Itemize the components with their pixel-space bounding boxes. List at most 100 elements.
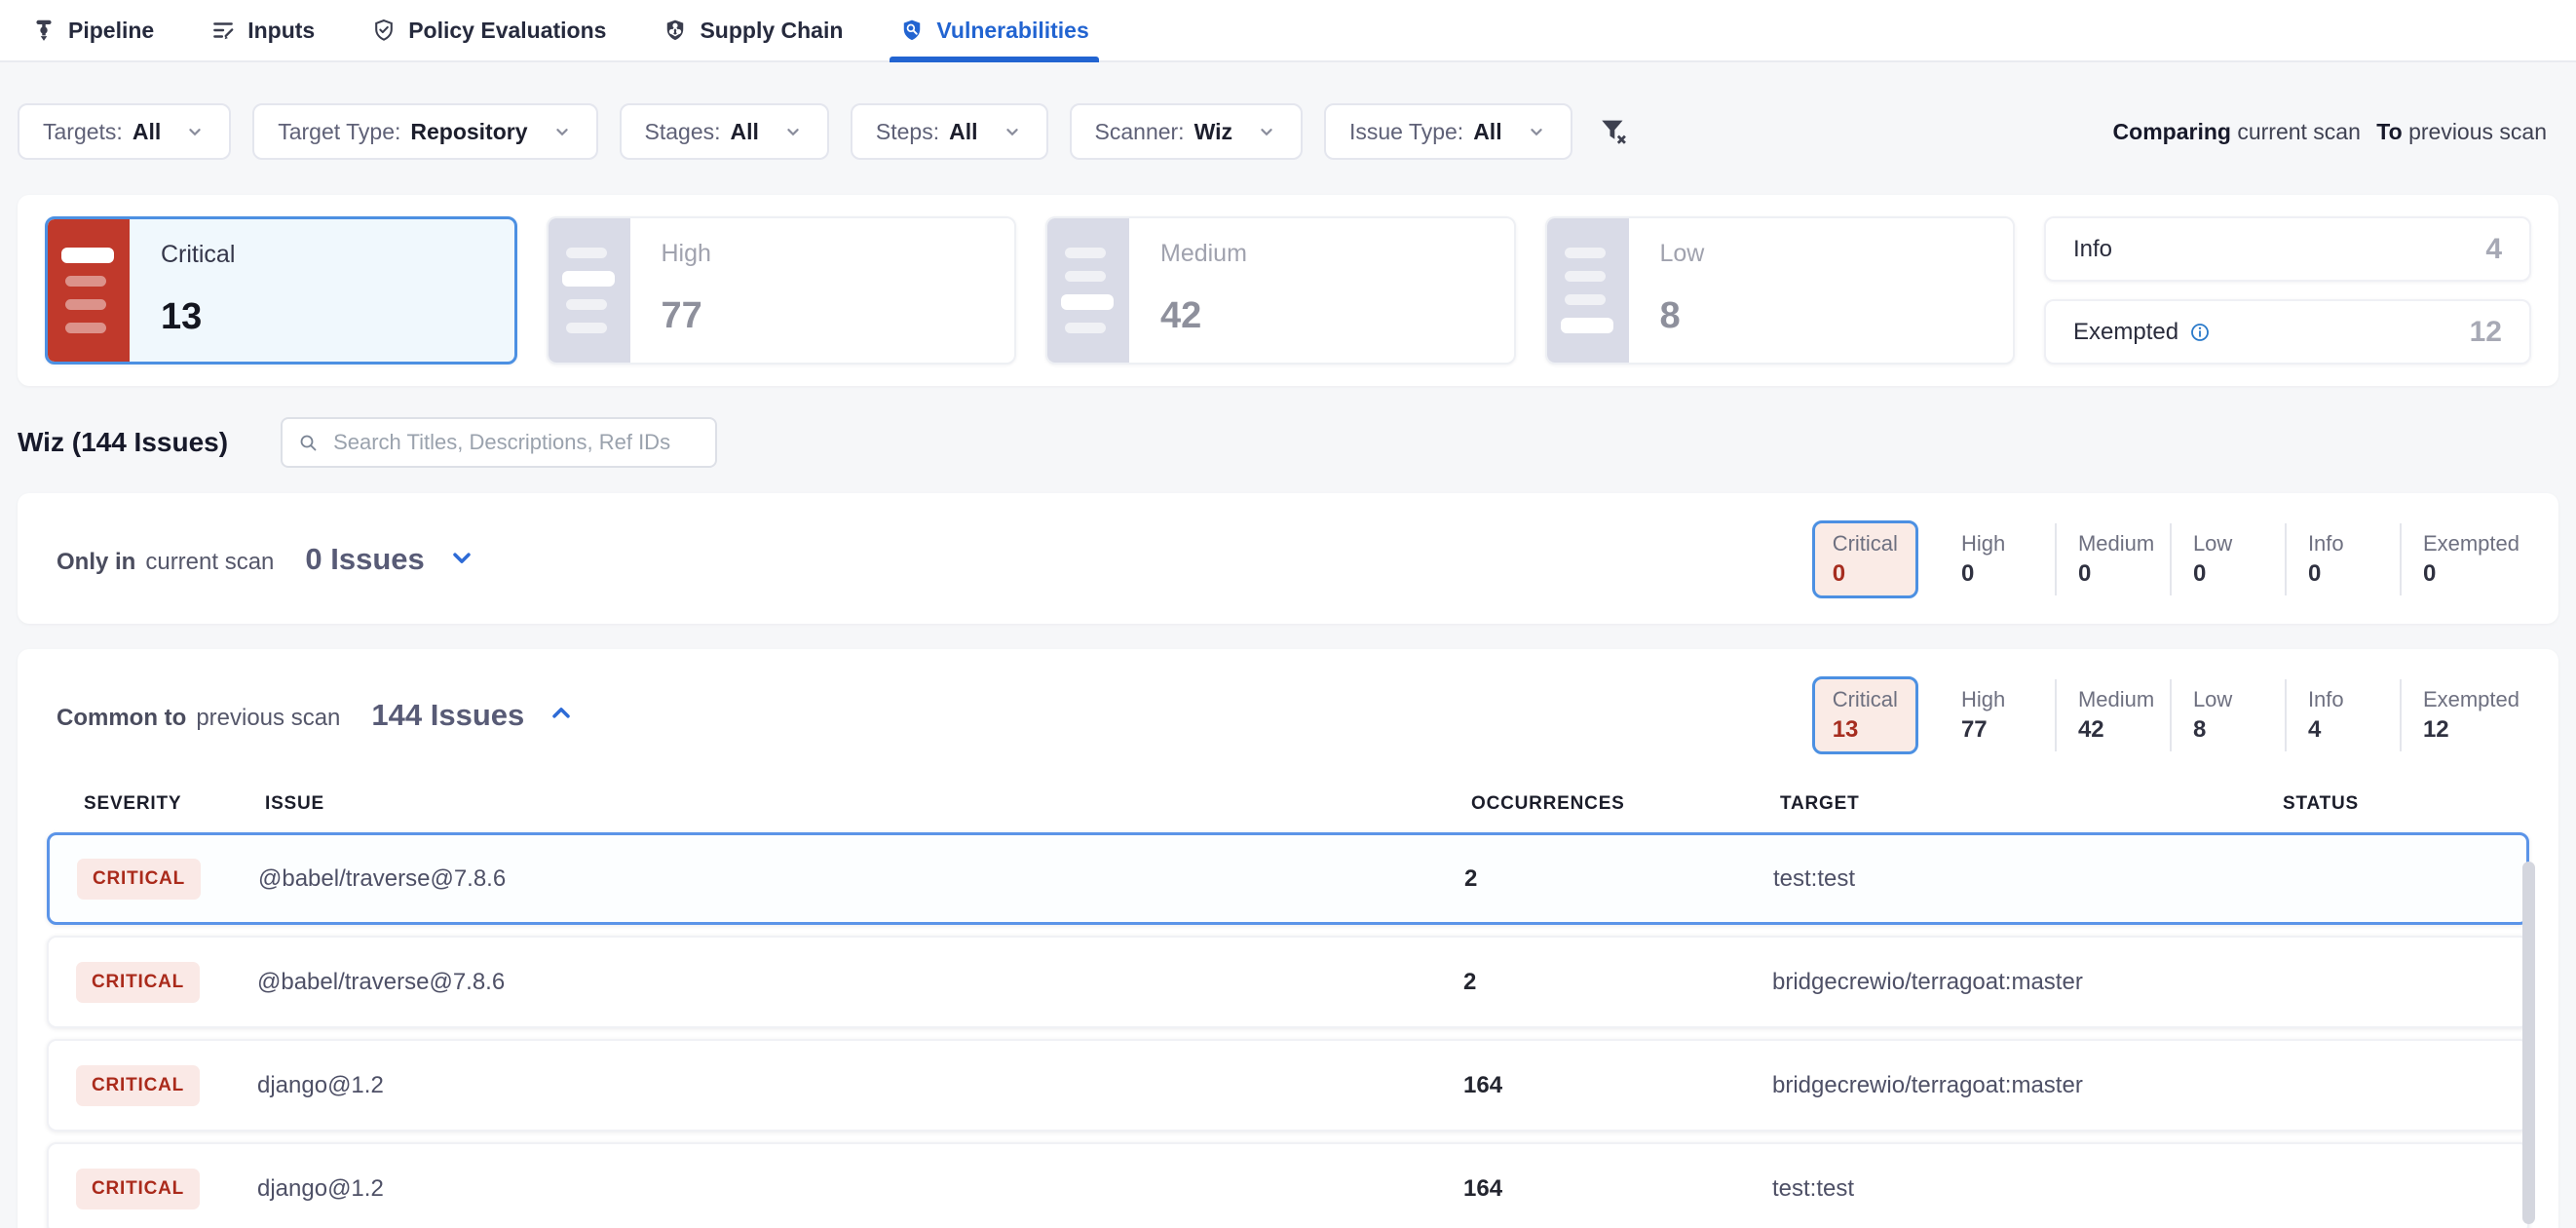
severity-card-count: 12 [2470,316,2502,349]
issues-table-body: CRITICAL @babel/traverse@7.8.6 2 test:te… [18,832,2558,1228]
scanner-section-header: Wiz (144 Issues) [18,417,2576,468]
filter-target-type-dropdown[interactable]: Target Type: Repository [252,103,597,160]
severity-card-info[interactable]: Info 4 [2044,216,2531,282]
occurrences-cell: 164 [1463,1072,1772,1099]
chip-info[interactable]: Info 4 [2285,679,2400,751]
chip-exempted[interactable]: Exempted 12 [2400,679,2519,751]
table-row[interactable]: CRITICAL @babel/traverse@7.8.6 2 bridgec… [47,936,2529,1028]
occurrences-cell: 2 [1464,865,1773,893]
filter-stages-dropdown[interactable]: Stages: All [620,103,829,160]
severity-card-count: 42 [1160,295,1247,337]
search-icon [296,431,320,454]
chip-high[interactable]: High 77 [1940,679,2055,751]
top-tab-bar: Pipeline Inputs Policy Evaluations [0,0,2576,62]
vulnerabilities-page: Pipeline Inputs Policy Evaluations [0,0,2576,1228]
severity-card-label: Medium [1160,240,1247,268]
tab-vulnerabilities[interactable]: Vulnerabilities [897,0,1090,60]
inputs-icon [210,18,236,43]
vertical-scrollbar[interactable] [2522,862,2535,1224]
severity-chip-bar: Critical 0 High 0 Medium 0 Low 0 Info [1812,520,2519,598]
chevron-down-icon [448,544,475,571]
issue-cell: @babel/traverse@7.8.6 [258,865,1464,893]
clear-filters-button[interactable] [1598,115,1631,148]
vulnerabilities-icon [899,18,925,43]
table-row[interactable]: CRITICAL @babel/traverse@7.8.6 2 test:te… [47,832,2529,925]
target-cell: test:test [1773,865,2276,893]
severity-chip-bar: Critical 13 High 77 Medium 42 Low 8 Info [1812,676,2519,754]
severity-card-critical[interactable]: Critical 13 [45,216,517,365]
severity-gauge-low-icon [1547,218,1629,363]
target-cell: bridgecrewio/terragoat:master [1772,1072,2275,1099]
tab-label: Vulnerabilities [936,18,1088,44]
severity-card-count: 77 [662,295,711,337]
chip-info[interactable]: Info 0 [2285,523,2400,595]
chip-critical[interactable]: Critical 13 [1812,676,1918,754]
chip-medium[interactable]: Medium 0 [2055,523,2170,595]
issue-cell: @babel/traverse@7.8.6 [257,969,1463,996]
chip-medium[interactable]: Medium 42 [2055,679,2170,751]
severity-gauge-medium-icon [1047,218,1129,363]
severity-badge: CRITICAL [77,859,201,900]
tab-inputs[interactable]: Inputs [208,0,317,60]
chip-low[interactable]: Low 0 [2170,523,2285,595]
tab-supply-chain[interactable]: Supply Chain [661,0,845,60]
severity-card-low[interactable]: Low 8 [1545,216,2016,365]
chevron-down-icon [782,121,804,142]
tab-label: Supply Chain [700,18,843,44]
group-only-in-current-scan: Only in current scan 0 Issues Critical 0… [18,493,2558,624]
chevron-down-icon [1256,121,1277,142]
group-toggle-previous[interactable]: Common to previous scan 144 Issues [57,698,575,733]
table-row[interactable]: CRITICAL django@1.2 164 bridgecrewio/ter… [47,1039,2529,1132]
severity-gauge-critical-icon [48,219,130,362]
group-scan-label: current scan [145,549,274,576]
target-cell: bridgecrewio/terragoat:master [1772,969,2275,996]
policy-evaluations-icon [371,18,397,43]
severity-card-count: 8 [1660,295,1705,337]
severity-gauge-high-icon [549,218,630,363]
severity-summary-panel: Critical 13 High 77 Medium 42 Low 8 [18,195,2558,386]
occurrences-cell: 164 [1463,1175,1772,1203]
search-input[interactable] [281,417,717,468]
scanner-title: Wiz (144 Issues) [18,427,228,458]
severity-card-label: Info [2073,236,2112,263]
filter-scanner-dropdown[interactable]: Scanner: Wiz [1070,103,1303,160]
side-cards-column: Info 4 Exempted 12 [2044,216,2531,365]
group-toggle-current[interactable]: Only in current scan 0 Issues [57,542,475,577]
filter-toolbar: Targets: All Target Type: Repository Sta… [18,103,2547,160]
filter-clear-icon [1598,115,1631,148]
severity-card-label: Exempted [2073,319,2178,346]
chip-exempted[interactable]: Exempted 0 [2400,523,2519,595]
severity-badge: CRITICAL [76,1169,200,1209]
column-header-target: TARGET [1780,793,2283,815]
issue-cell: django@1.2 [257,1175,1463,1203]
severity-card-exempted[interactable]: Exempted 12 [2044,299,2531,365]
issue-search [281,417,717,468]
severity-card-label: Low [1660,240,1705,268]
table-row[interactable]: CRITICAL django@1.2 164 test:test [47,1142,2529,1228]
severity-card-medium[interactable]: Medium 42 [1045,216,1516,365]
tab-label: Inputs [247,18,315,44]
group-scan-label: previous scan [196,705,340,732]
issue-cell: django@1.2 [257,1072,1463,1099]
severity-card-high[interactable]: High 77 [547,216,1017,365]
chip-low[interactable]: Low 8 [2170,679,2285,751]
filter-issue-type-dropdown[interactable]: Issue Type: All [1324,103,1572,160]
tab-policy-evaluations[interactable]: Policy Evaluations [369,0,608,60]
tab-label: Policy Evaluations [408,18,606,44]
group-issue-count: 144 Issues [371,698,524,733]
target-cell: test:test [1772,1175,2275,1203]
info-icon [2188,321,2212,344]
chevron-up-icon [548,700,575,727]
chevron-down-icon [1002,121,1023,142]
severity-badge: CRITICAL [76,1065,200,1106]
group-issue-count: 0 Issues [305,542,424,577]
filter-targets-dropdown[interactable]: Targets: All [18,103,231,160]
comparing-label: Comparing current scan To previous scan [2113,119,2547,145]
chip-high[interactable]: High 0 [1940,523,2055,595]
column-header-severity: SEVERITY [84,793,265,815]
tab-pipeline[interactable]: Pipeline [29,0,156,60]
filter-steps-dropdown[interactable]: Steps: All [851,103,1048,160]
chip-critical[interactable]: Critical 0 [1812,520,1918,598]
supply-chain-icon [663,18,688,43]
severity-card-label: Critical [161,241,235,269]
